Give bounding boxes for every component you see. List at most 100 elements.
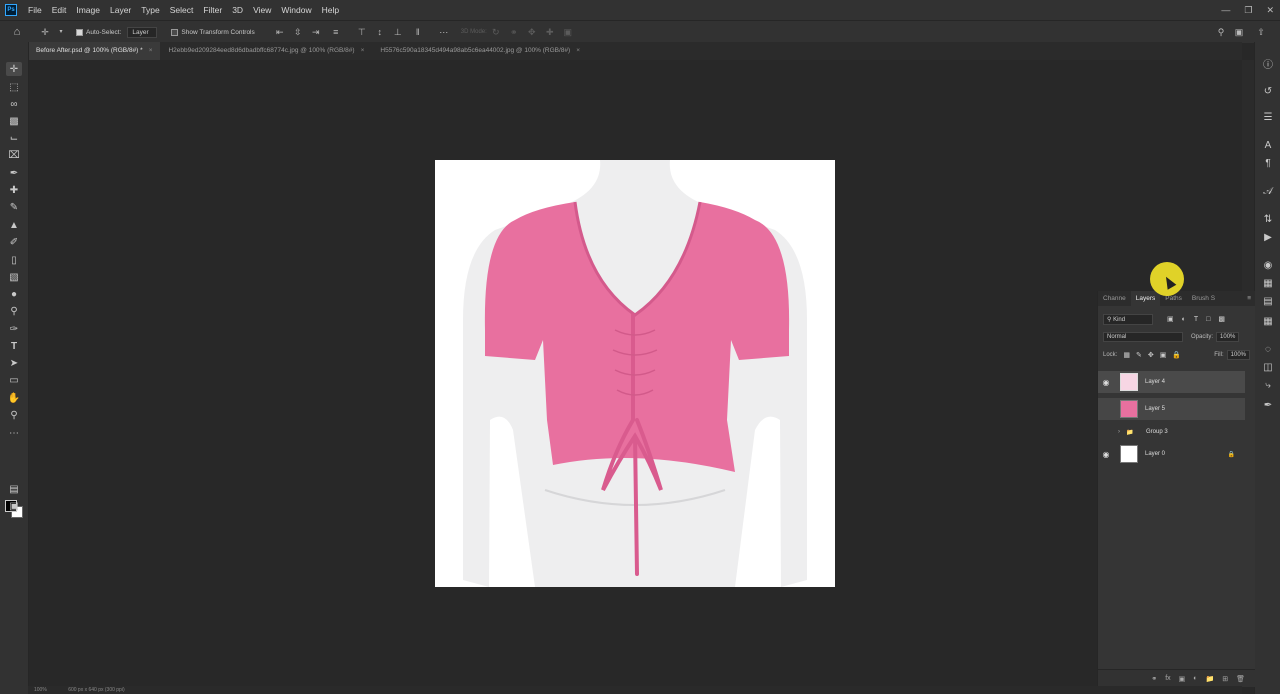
- paths-icon[interactable]: ⤷: [1262, 380, 1274, 392]
- menu-3d[interactable]: 3D: [227, 0, 248, 20]
- align-bottom-icon[interactable]: ⊥: [393, 27, 403, 37]
- panel-menu-icon[interactable]: ≡: [1247, 295, 1251, 302]
- grid-icon[interactable]: ▦: [1262, 278, 1274, 290]
- more-options-icon[interactable]: ⋯: [439, 27, 449, 37]
- minimize-icon[interactable]: —: [1221, 5, 1230, 15]
- tab-layers[interactable]: Layers: [1130, 291, 1161, 306]
- blend-mode-dropdown[interactable]: Normal: [1103, 332, 1183, 342]
- rectangle-tool-icon[interactable]: ▭: [6, 373, 22, 387]
- tab-h5576[interactable]: H5576c590a18345d494a98ab5c6ea44002.jpg @…: [372, 42, 588, 60]
- healing-brush-icon[interactable]: ✚: [6, 183, 22, 197]
- menu-layer[interactable]: Layer: [105, 0, 136, 20]
- adjustment-layer-icon[interactable]: ◐: [1193, 675, 1197, 682]
- share-icon[interactable]: ⇧: [1256, 27, 1266, 37]
- layers-icon[interactable]: ◫: [1262, 362, 1274, 374]
- delete-layer-icon[interactable]: 🗑: [1236, 675, 1245, 683]
- align-top-icon[interactable]: ⊤: [357, 27, 367, 37]
- align-right-icon[interactable]: ⇥: [311, 27, 321, 37]
- new-group-icon[interactable]: 📁: [1206, 675, 1215, 683]
- close-tab-icon[interactable]: ×: [149, 47, 153, 54]
- blur-tool-icon[interactable]: ●: [6, 287, 22, 301]
- menu-help[interactable]: Help: [317, 0, 344, 20]
- lasso-tool-icon[interactable]: ∞: [6, 97, 22, 111]
- quick-mask-icon[interactable]: ▤: [6, 482, 22, 496]
- history-brush-icon[interactable]: ✐: [6, 235, 22, 249]
- info-icon[interactable]: ⓘ: [1262, 60, 1274, 72]
- layer-name[interactable]: Layer 4: [1145, 379, 1165, 385]
- glyphs-icon[interactable]: 𝒜: [1262, 186, 1274, 198]
- align-center-icon[interactable]: ⇳: [293, 27, 303, 37]
- opacity-field[interactable]: 100%: [1216, 332, 1240, 342]
- layer-name[interactable]: Layer 5: [1145, 406, 1165, 412]
- screen-mode-icon[interactable]: ▣: [6, 499, 22, 513]
- brush-settings-icon[interactable]: ✒: [1262, 400, 1274, 412]
- search-icon[interactable]: ⚲: [1216, 27, 1226, 37]
- move-tool-icon[interactable]: ✛: [6, 62, 22, 76]
- tab-h2ebb[interactable]: H2ebb9ed209284eed8d6dbadbffc68774c.jpg @…: [160, 42, 372, 60]
- clone-stamp-icon[interactable]: ▲: [6, 218, 22, 232]
- channels-icon[interactable]: ◌: [1262, 344, 1274, 356]
- align-left-icon[interactable]: ⇤: [275, 27, 285, 37]
- auto-select-option[interactable]: Auto-Select: Layer: [76, 26, 158, 38]
- menu-view[interactable]: View: [248, 0, 276, 20]
- lock-icons[interactable]: ▦✎✥▣🔒: [1123, 351, 1187, 359]
- show-transform-option[interactable]: Show Transform Controls: [171, 28, 255, 36]
- filter-type-icons[interactable]: ▣◐T□▩: [1167, 315, 1233, 323]
- layer-name[interactable]: Layer 0: [1145, 451, 1165, 457]
- marquee-tool-icon[interactable]: ⬚: [6, 80, 22, 94]
- zoom-level[interactable]: 100%: [34, 687, 47, 693]
- show-transform-checkbox[interactable]: [171, 28, 179, 36]
- adjustments-icon[interactable]: ⇅: [1262, 214, 1274, 226]
- crop-tool-icon[interactable]: ⌙: [6, 131, 22, 145]
- type-tool-icon[interactable]: T: [6, 339, 22, 353]
- link-layers-icon[interactable]: ⚭: [1151, 675, 1157, 683]
- menu-select[interactable]: Select: [165, 0, 199, 20]
- eyedropper-icon[interactable]: ✒: [6, 166, 22, 180]
- layer-row[interactable]: Layer 5: [1098, 398, 1245, 420]
- home-icon[interactable]: ⌂: [12, 27, 22, 38]
- paragraph-icon[interactable]: ¶: [1262, 158, 1274, 170]
- layer-filter-dropdown[interactable]: ⚲ Kind: [1103, 313, 1153, 325]
- eye-icon[interactable]: ◉: [1098, 378, 1114, 387]
- character-icon[interactable]: A: [1262, 140, 1274, 152]
- hand-tool-icon[interactable]: ✋: [6, 391, 22, 405]
- close-tab-icon[interactable]: ×: [361, 47, 365, 54]
- layer-name[interactable]: Group 3: [1146, 429, 1168, 435]
- pen-tool-icon[interactable]: ✑: [6, 322, 22, 336]
- tab-channels[interactable]: Channe: [1098, 291, 1131, 306]
- move-tool-icon[interactable]: ✛: [40, 27, 50, 37]
- eraser-icon[interactable]: ▯: [6, 253, 22, 267]
- path-select-icon[interactable]: ➤: [6, 356, 22, 370]
- swatches-icon[interactable]: ◉: [1262, 260, 1274, 272]
- layer-row[interactable]: ◉ Layer 4: [1098, 371, 1245, 393]
- fill-field[interactable]: 100%: [1226, 350, 1250, 360]
- distribute-vertical-icon[interactable]: ‖: [413, 27, 423, 37]
- tab-brush-settings[interactable]: Brush S: [1187, 291, 1220, 306]
- close-tab-icon[interactable]: ×: [576, 47, 580, 54]
- chevron-down-icon[interactable]: ▾: [58, 27, 64, 37]
- group-row[interactable]: › 📁 Group 3: [1098, 424, 1245, 440]
- more-tools-icon[interactable]: ⋯: [6, 426, 22, 440]
- patterns-icon[interactable]: ▦: [1262, 316, 1274, 328]
- tab-before-after[interactable]: Before After.psd @ 100% (RGB/8#) * ×: [28, 42, 161, 60]
- menu-filter[interactable]: Filter: [198, 0, 227, 20]
- add-mask-icon[interactable]: ▣: [1179, 675, 1186, 683]
- new-layer-icon[interactable]: ⊞: [1222, 675, 1228, 683]
- menu-window[interactable]: Window: [276, 0, 316, 20]
- auto-select-dropdown[interactable]: Layer: [127, 26, 158, 38]
- menu-edit[interactable]: Edit: [47, 0, 72, 20]
- libraries-icon[interactable]: ▤: [1262, 296, 1274, 308]
- layer-row[interactable]: ◉ Layer 0 🔒: [1098, 444, 1245, 464]
- menu-file[interactable]: File: [23, 0, 47, 20]
- align-middle-icon[interactable]: ↕: [375, 27, 385, 37]
- restore-icon[interactable]: ❐: [1244, 5, 1252, 16]
- history-icon[interactable]: ↺: [1262, 86, 1274, 98]
- fx-icon[interactable]: fx: [1165, 675, 1170, 682]
- auto-select-checkbox[interactable]: [76, 28, 83, 36]
- distribute-icon[interactable]: ≡: [331, 27, 341, 37]
- gradient-tool-icon[interactable]: ▧: [6, 270, 22, 284]
- actions-icon[interactable]: ▶: [1262, 232, 1274, 244]
- frame-tool-icon[interactable]: ⌧: [6, 148, 22, 162]
- dodge-tool-icon[interactable]: ⚲: [6, 304, 22, 318]
- chevron-right-icon[interactable]: ›: [1118, 429, 1126, 435]
